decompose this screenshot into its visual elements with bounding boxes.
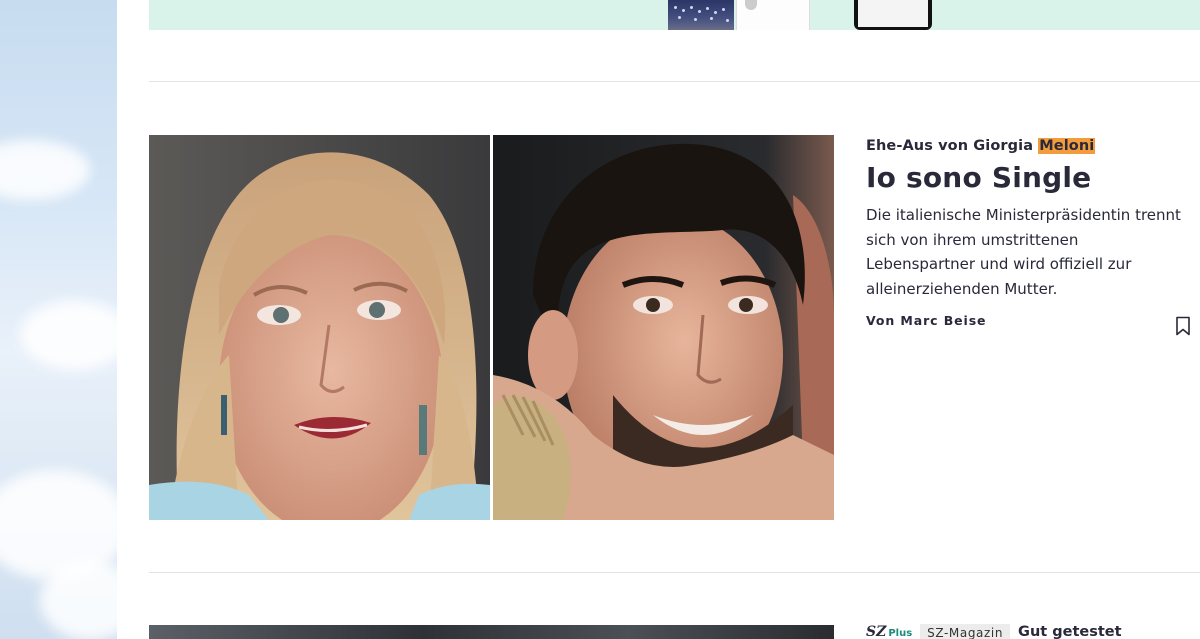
next-article-kicker[interactable]: Gut getestet: [1018, 624, 1122, 639]
background-sky: [0, 0, 117, 639]
bookmark-icon[interactable]: [1175, 316, 1191, 336]
article-headline[interactable]: Io sono Single: [866, 161, 1186, 195]
kicker-text: Ehe-Aus von Giorgia: [866, 138, 1039, 154]
sz-plus-badge: SZ Plus: [866, 624, 912, 639]
sz-logo: SZ: [866, 624, 887, 639]
article-kicker[interactable]: Ehe-Aus von Giorgia Meloni: [866, 135, 1186, 157]
next-article-meta[interactable]: SZ Plus SZ-Magazin Gut getestet: [866, 624, 1122, 639]
search-highlight: Meloni: [1038, 138, 1096, 154]
promo-image-phone: [854, 0, 932, 30]
article-text: Ehe-Aus von Giorgia Meloni Io sono Singl…: [866, 135, 1186, 328]
photo-andrea-giambruno: [493, 135, 834, 520]
promo-banner[interactable]: [149, 0, 1200, 30]
section-tag[interactable]: SZ-Magazin: [920, 624, 1011, 639]
promo-image-parliament: [668, 0, 734, 30]
divider: [149, 81, 1200, 82]
plus-label: Plus: [888, 628, 913, 639]
photo-giorgia-meloni: [149, 135, 490, 520]
next-article-image[interactable]: [149, 625, 834, 639]
article-image[interactable]: [149, 135, 834, 520]
page-content: Ehe-Aus von Giorgia Meloni Io sono Singl…: [117, 0, 1200, 639]
article-byline: Von Marc Beise: [866, 313, 987, 328]
article-summary[interactable]: Die italienische Ministerpräsidentin tre…: [866, 203, 1181, 301]
divider: [149, 572, 1200, 573]
promo-image-letter: [736, 0, 810, 30]
